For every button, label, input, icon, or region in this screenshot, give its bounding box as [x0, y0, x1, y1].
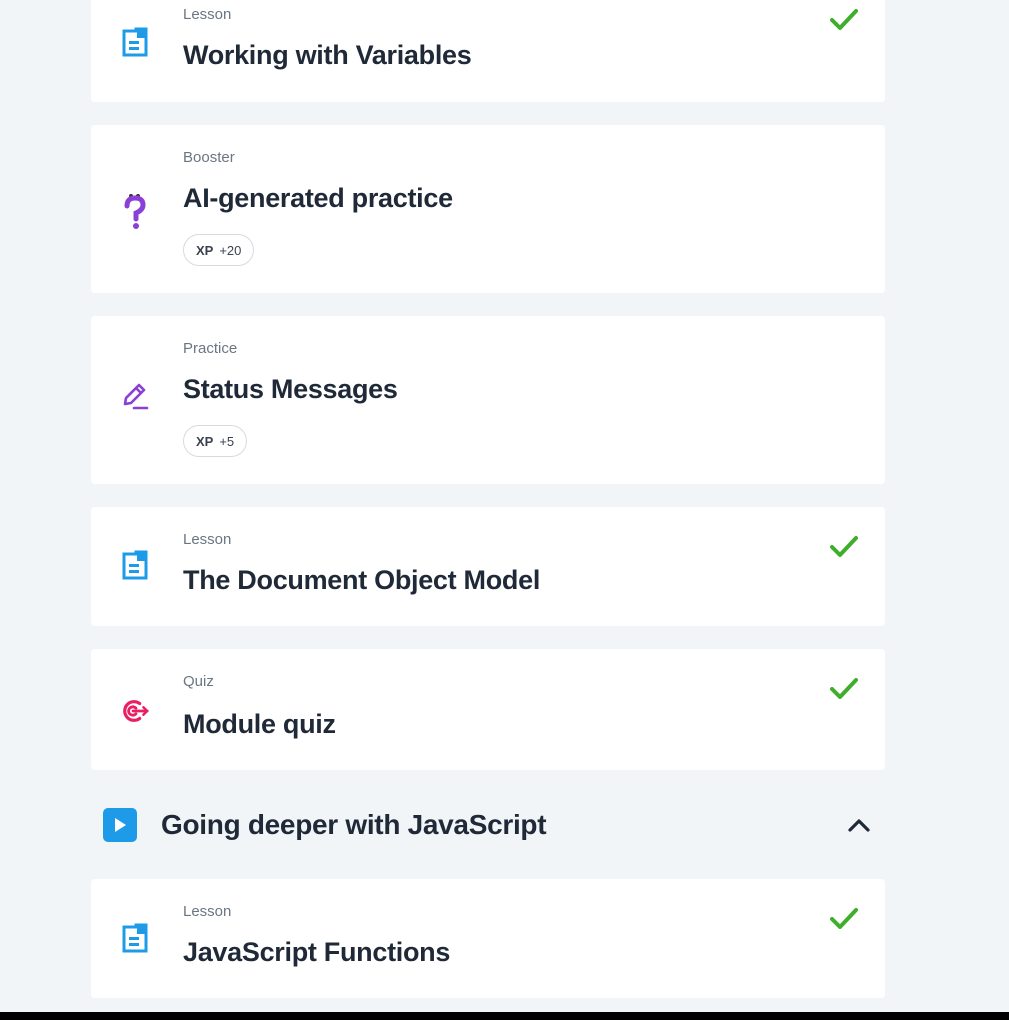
- check-icon: [830, 536, 858, 557]
- xp-badge: XP +20: [183, 234, 255, 266]
- list-item-status-messages[interactable]: Practice Status Messages XP +5: [91, 316, 885, 484]
- check-icon: [830, 9, 858, 30]
- item-type-label: Lesson: [183, 903, 232, 920]
- play-icon: [103, 808, 137, 842]
- chevron-up-icon[interactable]: [845, 813, 873, 837]
- xp-value: +20: [219, 242, 242, 258]
- item-type-label: Lesson: [183, 531, 232, 548]
- item-type-label: Practice: [183, 340, 238, 357]
- list-item-javascript-functions[interactable]: Lesson JavaScript Functions: [91, 879, 885, 998]
- xp-badge: XP +5: [183, 425, 248, 457]
- xp-label: XP: [196, 242, 214, 258]
- pencil-icon: [121, 376, 149, 416]
- section-title: Going deeper with JavaScript: [161, 809, 547, 840]
- item-title: Module quiz: [183, 709, 336, 739]
- bottom-edge: [0, 1012, 1009, 1020]
- list-item-module-quiz[interactable]: Quiz Module quiz: [91, 649, 885, 770]
- item-title: JavaScript Functions: [183, 937, 451, 967]
- xp-label: XP: [196, 433, 214, 449]
- list-item-document-object-model[interactable]: Lesson The Document Object Model: [91, 507, 885, 626]
- item-title: Status Messages: [183, 374, 398, 404]
- question-icon: [121, 192, 149, 232]
- item-type-label: Lesson: [183, 6, 232, 23]
- item-title: Working with Variables: [183, 40, 472, 70]
- item-type-label: Booster: [183, 149, 235, 166]
- list-item-working-with-variables[interactable]: Lesson Working with Variables: [91, 0, 885, 102]
- lesson-icon: [121, 22, 149, 62]
- check-icon: [830, 678, 858, 699]
- section-header-going-deeper[interactable]: Going deeper with JavaScript: [103, 805, 873, 845]
- check-icon: [830, 908, 858, 929]
- item-title: AI-generated practice: [183, 183, 453, 213]
- item-type-label: Quiz: [183, 673, 214, 690]
- xp-value: +5: [219, 433, 235, 449]
- target-icon: [121, 691, 149, 731]
- list-item-ai-generated-practice[interactable]: Booster AI-generated practice XP +20: [91, 125, 885, 293]
- lesson-icon: [121, 545, 149, 585]
- item-title: The Document Object Model: [183, 565, 541, 595]
- lesson-icon: [121, 918, 149, 958]
